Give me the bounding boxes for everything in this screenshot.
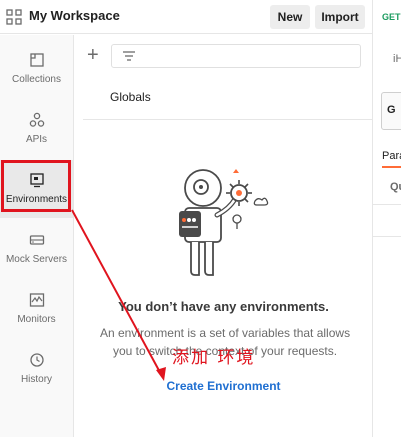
mock-servers-icon [29,235,44,245]
tab-params[interactable]: Para [382,150,401,162]
active-tab-underline [382,166,401,168]
apis-icon [29,112,44,127]
create-environment-link[interactable]: Create Environment [75,379,372,393]
divider [373,236,401,237]
sidebar-item-label: Mock Servers [5,254,68,265]
sidebar-item-apis[interactable]: APIs [0,100,73,158]
monitors-icon [29,293,44,307]
empty-state-title: You don’t have any environments. [118,299,329,314]
history-icon [29,353,44,367]
divider [83,119,372,120]
empty-state-line: An environment is a set of variables tha… [99,326,351,340]
sidebar-item-label: History [20,374,53,385]
annotation-label: 添加 环境 [172,348,256,368]
sidebar-item-collections[interactable]: Collections [0,40,73,98]
filter-icon [123,51,135,61]
divider [373,204,401,205]
sidebar-item-label: APIs [25,134,48,145]
sidebar-item-label: Collections [12,74,61,85]
sidebar-item-label: Monitors [17,314,56,325]
globals-item[interactable]: Globals [110,90,151,104]
import-button[interactable]: Import [315,5,365,29]
grid-icon[interactable] [6,9,22,25]
sidebar-item-monitors[interactable]: Monitors [0,280,73,338]
workspace-header: My Workspace New Import [0,0,372,34]
filter-input[interactable] [111,44,361,68]
collections-icon [29,53,44,67]
new-button[interactable]: New [270,5,310,29]
plus-icon[interactable]: + [87,45,99,65]
environments-panel: + Globals You don’t have any environment… [75,35,372,437]
query-params-heading: Qu [390,181,401,193]
request-name[interactable]: iH [393,53,401,65]
workspace-title[interactable]: My Workspace [29,8,120,23]
method-select-label: G [387,104,396,116]
request-pane: GET iH G Para Qu [372,0,401,437]
sidebar: Collections APIs Environments Mock Serve… [0,35,74,437]
environments-highlight-box [1,160,71,212]
sidebar-item-history[interactable]: History [0,340,73,398]
astronaut-illustration [179,169,269,276]
method-badge[interactable]: GET [382,12,401,22]
sidebar-item-mock-servers[interactable]: Mock Servers [0,220,73,278]
